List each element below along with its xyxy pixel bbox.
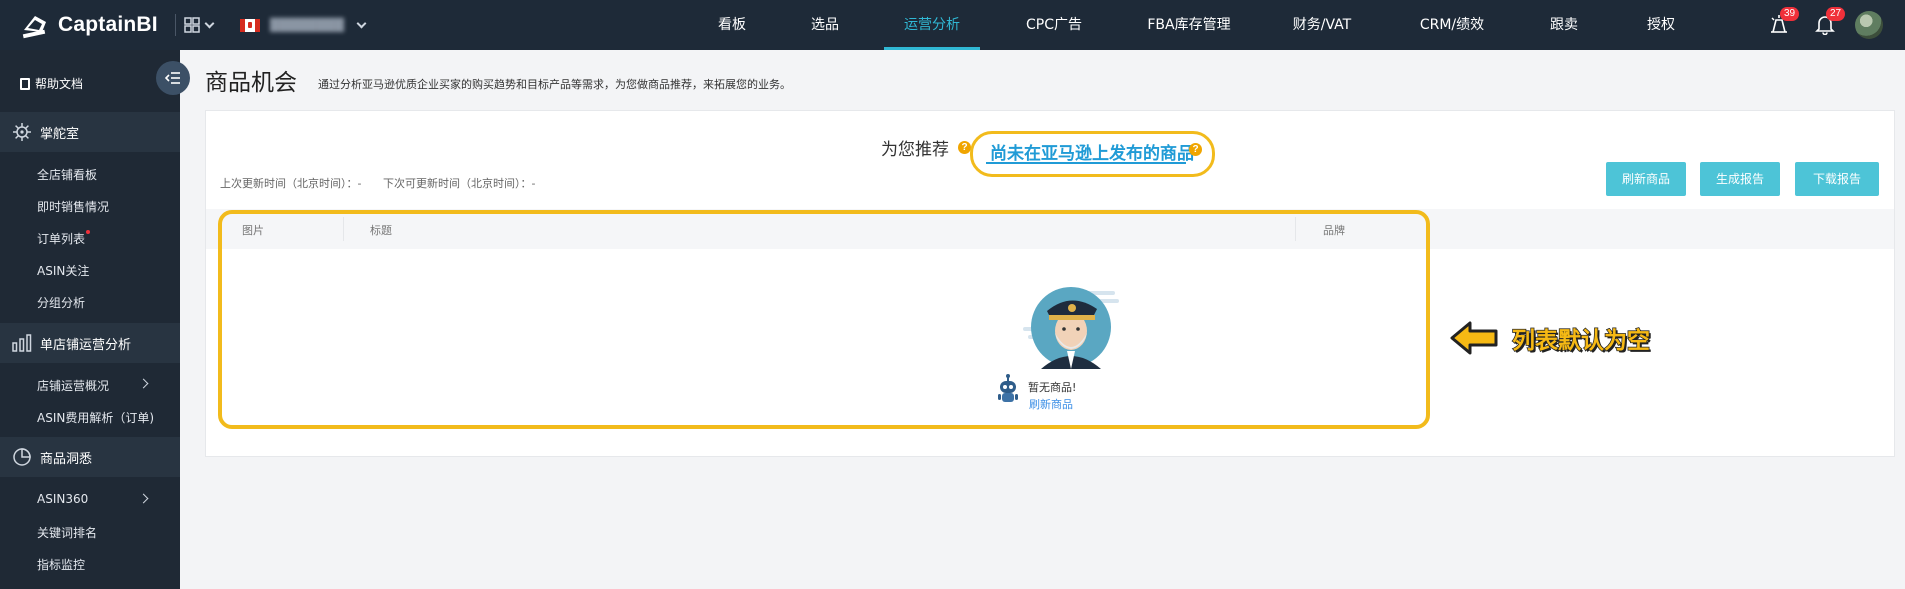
captain-hat-logo-icon bbox=[22, 16, 46, 39]
collapse-menu-icon bbox=[165, 72, 180, 84]
sidebar-help[interactable]: 帮助文档 bbox=[0, 50, 180, 112]
help-docs-label: 帮助文档 bbox=[35, 77, 84, 91]
app-switcher[interactable] bbox=[184, 14, 220, 36]
sidebar-item-order-list[interactable]: 订单列表 bbox=[37, 230, 91, 247]
canada-flag-icon bbox=[240, 18, 260, 32]
update-info: 上次更新时间（北京时间）：- 下次可更新时间（北京时间）：- bbox=[220, 175, 553, 191]
nav-divider bbox=[175, 14, 176, 36]
sidebar-item-asin-fee[interactable]: ASIN费用解析（订单) bbox=[37, 409, 154, 426]
pie-chart-icon bbox=[13, 448, 31, 466]
user-avatar[interactable] bbox=[1855, 11, 1883, 39]
last-update-time: 上次更新时间（北京时间）：- bbox=[220, 177, 362, 190]
sidebar-item-realtime-sales[interactable]: 即时销售情况 bbox=[37, 198, 109, 215]
chevron-right-icon bbox=[138, 378, 149, 389]
sidebar-item-asin360[interactable]: ASIN360 bbox=[37, 492, 88, 506]
grid-apps-icon bbox=[184, 17, 200, 33]
nav-item-crm[interactable]: CRM/绩效 bbox=[1418, 0, 1486, 50]
left-arrow-icon bbox=[1450, 321, 1498, 355]
page-title: 商品机会 bbox=[205, 70, 297, 96]
generate-report-button[interactable]: 生成报告 bbox=[1700, 162, 1780, 196]
sidebar-item-keyword-rank[interactable]: 关键词排名 bbox=[37, 524, 97, 541]
sidebar-item-metric-monitor[interactable]: 指标监控 bbox=[37, 556, 85, 573]
download-report-button[interactable]: 下载报告 bbox=[1795, 162, 1879, 196]
helm-wheel-icon bbox=[13, 123, 31, 141]
new-dot-indicator bbox=[86, 230, 91, 234]
top-nav: CaptainBI ████████ 看板 选品 运营分析 CPC广告 FBA库… bbox=[0, 0, 1905, 50]
tab-recommend[interactable]: 为您推荐 bbox=[881, 135, 949, 160]
sidebar-item-all-store-board[interactable]: 全店铺看板 bbox=[37, 166, 97, 183]
alert-badge: 39 bbox=[1780, 7, 1800, 21]
nav-item-fba-inventory[interactable]: FBA库存管理 bbox=[1145, 0, 1233, 50]
alert-center[interactable]: 39 bbox=[1768, 7, 1800, 37]
book-icon bbox=[20, 77, 30, 90]
nav-item-selection[interactable]: 选品 bbox=[810, 0, 840, 50]
sidebar-group-label: 单店铺运营分析 bbox=[40, 337, 132, 353]
nav-item-finance-vat[interactable]: 财务/VAT bbox=[1291, 0, 1353, 50]
brand-name: CaptainBI bbox=[58, 13, 158, 36]
sidebar-item-group-analysis[interactable]: 分组分析 bbox=[37, 294, 85, 311]
sidebar-group-single-store[interactable]: 单店铺运营分析 bbox=[0, 323, 180, 363]
chevron-down-icon bbox=[356, 18, 367, 28]
annotation-callout: 列表默认为空 bbox=[1450, 320, 1651, 356]
sidebar-item-asin-follow[interactable]: ASIN关注 bbox=[37, 262, 89, 279]
store-name: ████████ bbox=[270, 18, 344, 32]
refresh-products-button[interactable]: 刷新商品 bbox=[1606, 162, 1686, 196]
notification-badge: 27 bbox=[1826, 7, 1846, 21]
store-selector[interactable]: ████████ bbox=[240, 14, 367, 36]
active-tab-indicator bbox=[986, 162, 1186, 164]
highlight-box-table bbox=[218, 210, 1430, 429]
chevron-down-icon bbox=[204, 18, 215, 28]
sidebar-group-cockpit[interactable]: 掌舵室 bbox=[0, 112, 180, 152]
sidebar: 帮助文档 掌舵室 全店铺看板 即时销售情况 订单列表 ASIN关注 分组分析 单… bbox=[0, 50, 180, 589]
notifications[interactable]: 27 bbox=[1814, 7, 1846, 37]
annotation-text: 列表默认为空 bbox=[1511, 327, 1651, 355]
nav-item-authorize[interactable]: 授权 bbox=[1646, 0, 1676, 50]
nav-item-dashboard[interactable]: 看板 bbox=[717, 0, 747, 50]
tab-not-published[interactable]: 尚未在亚马逊上发布的商品 bbox=[990, 139, 1194, 164]
next-update-time: 下次可更新时间（北京时间）：- bbox=[382, 177, 536, 190]
nav-item-follow-sell[interactable]: 跟卖 bbox=[1549, 0, 1579, 50]
sidebar-collapse-button[interactable] bbox=[156, 61, 190, 95]
help-question-icon[interactable]: ? bbox=[1189, 143, 1202, 156]
bar-chart-icon bbox=[12, 334, 32, 352]
sidebar-group-product-insight[interactable]: 商品洞悉 bbox=[0, 437, 180, 477]
tabs: 为您推荐 ? 尚未在亚马逊上发布的商品 ? bbox=[206, 125, 1894, 177]
sidebar-group-label: 掌舵室 bbox=[40, 126, 80, 142]
chevron-right-icon bbox=[138, 493, 149, 504]
nav-item-operation-analysis[interactable]: 运营分析 bbox=[884, 0, 980, 50]
sidebar-item-store-overview[interactable]: 店铺运营概况 bbox=[37, 377, 109, 394]
logo[interactable]: CaptainBI bbox=[20, 8, 158, 42]
nav-item-cpc-ads[interactable]: CPC广告 bbox=[1024, 0, 1084, 50]
sidebar-group-label: 商品洞悉 bbox=[40, 451, 93, 467]
page-description: 通过分析亚马逊优质企业买家的购买趋势和目标产品等需求，为您做商品推荐，来拓展您的… bbox=[318, 78, 791, 91]
